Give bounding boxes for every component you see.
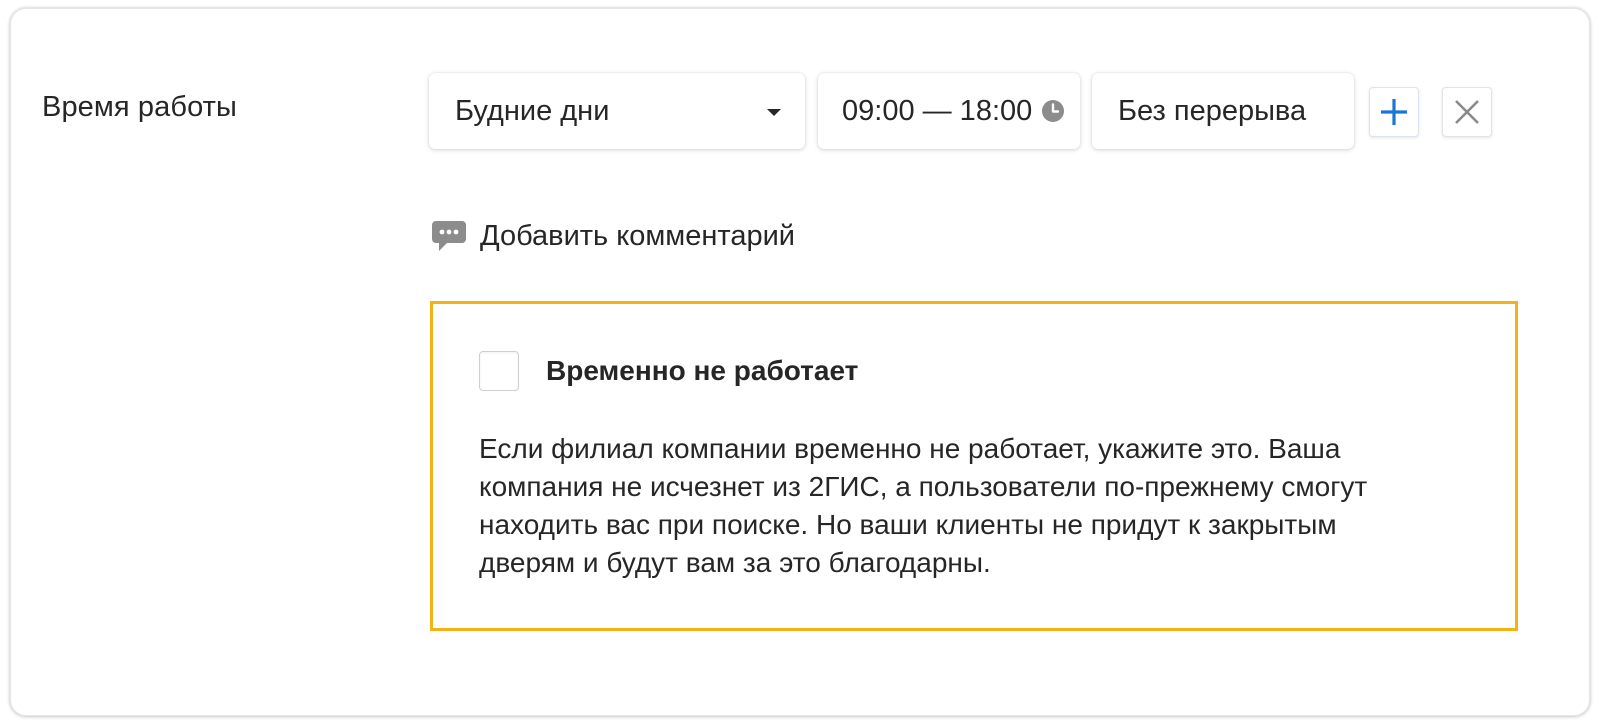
working-hours-label: Время работы: [42, 91, 237, 123]
days-select-value: Будние дни: [455, 94, 610, 127]
add-schedule-button[interactable]: [1369, 87, 1419, 137]
days-select[interactable]: Будние дни: [429, 73, 805, 149]
break-field-value: Без перерыва: [1118, 94, 1307, 127]
add-comment-label: Добавить комментарий: [480, 219, 795, 252]
temporary-closure-option[interactable]: Временно не работает: [479, 351, 858, 391]
temporary-closure-description: Если филиал компании временно не работае…: [479, 433, 1368, 578]
temporary-closure-panel: Временно не работает Если филиал компани…: [430, 301, 1518, 631]
time-range-field[interactable]: 09:00 — 18:00: [818, 73, 1080, 149]
clock-icon: [1042, 100, 1065, 122]
temporary-closure-label: Временно не работает: [546, 355, 859, 386]
temporary-closure-checkbox[interactable]: [479, 351, 519, 391]
time-range-value: 09:00 — 18:00: [842, 94, 1033, 127]
plus-icon: [1381, 99, 1407, 125]
close-icon: [1455, 100, 1479, 124]
add-comment-link[interactable]: Добавить комментарий: [431, 219, 795, 253]
comment-icon: [432, 221, 466, 251]
chevron-down-icon: [767, 109, 781, 116]
break-field[interactable]: Без перерыва: [1092, 73, 1354, 149]
remove-schedule-button[interactable]: [1442, 87, 1492, 137]
working-hours-card: Время работы Будние дни 09:00 — 18:00 Бе…: [10, 8, 1590, 716]
